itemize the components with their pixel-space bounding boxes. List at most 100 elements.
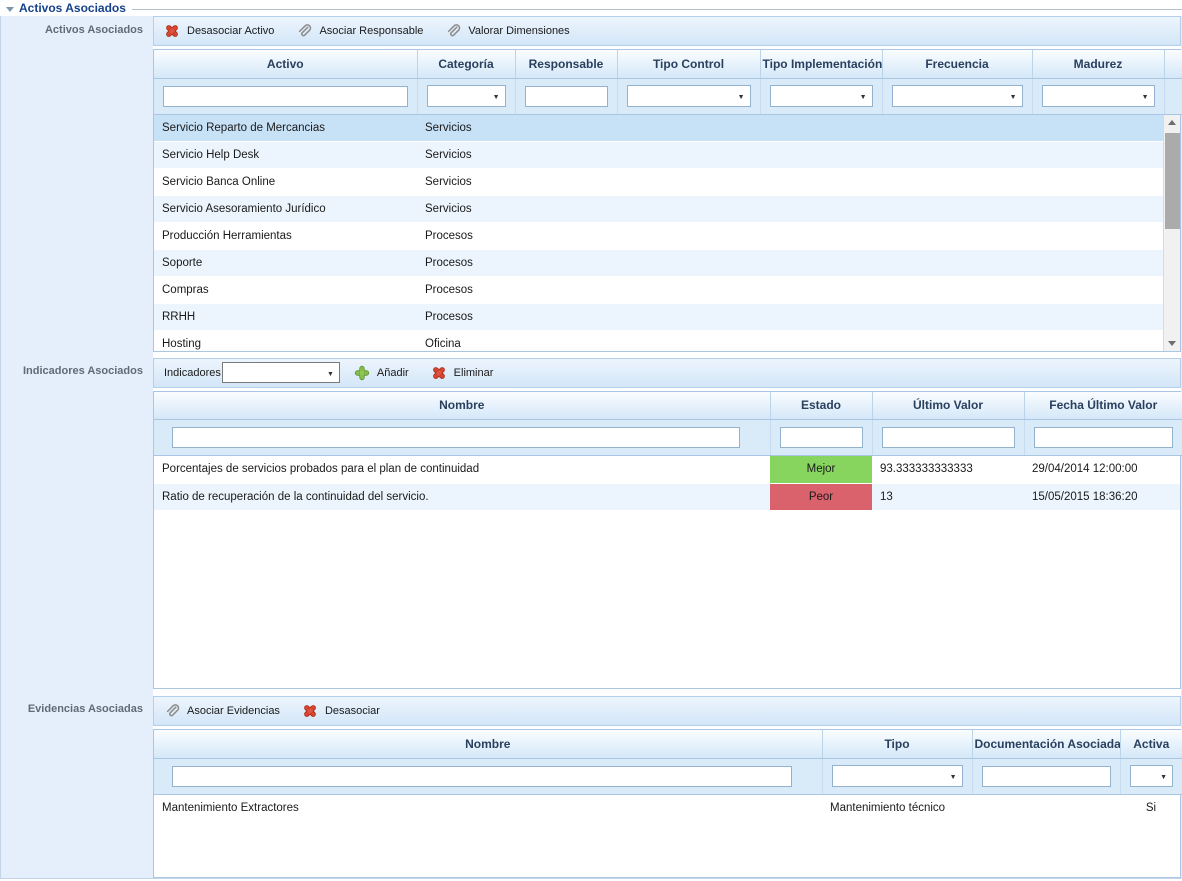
section-activos: Desasociar Activo Asociar Responsable Va… <box>153 16 1181 352</box>
asociar-responsable-button[interactable]: Asociar Responsable <box>296 23 423 39</box>
filter-select-tipo-implementacion[interactable] <box>770 85 873 107</box>
col-header-tipo-implementacion[interactable]: Tipo Implementación <box>760 50 882 78</box>
col-header-ultimo-valor[interactable]: Último Valor <box>872 392 1024 420</box>
indicadores-select[interactable] <box>222 362 340 383</box>
collapse-triangle-icon[interactable] <box>6 7 14 12</box>
activos-grid-body: Servicio Reparto de MercanciasServicios … <box>154 115 1180 351</box>
chevron-down-icon <box>950 770 957 782</box>
indicadores-toolbar: Indicadores Añadir Eliminar <box>153 358 1181 388</box>
col-header-madurez[interactable]: Madurez <box>1032 50 1164 78</box>
table-row[interactable]: Servicio Reparto de MercanciasServicios <box>154 115 1164 142</box>
legend-divider <box>132 9 1182 10</box>
col-header-frecuencia[interactable]: Frecuencia <box>882 50 1032 78</box>
chevron-down-icon <box>493 90 500 102</box>
filter-input-nombre[interactable] <box>172 427 740 448</box>
col-header-activa[interactable]: Activa <box>1120 730 1182 758</box>
labels-column: Activos Asociados Indicadores Asociados … <box>1 16 153 878</box>
evidencias-grid-body: Mantenimiento Extractores Mantenimiento … <box>154 795 1180 877</box>
col-header-categoria[interactable]: Categoría <box>417 50 515 78</box>
valorar-dimensiones-label: Valorar Dimensiones <box>468 25 569 37</box>
col-header-estado[interactable]: Estado <box>770 392 872 420</box>
desasociar-activo-button[interactable]: Desasociar Activo <box>164 23 274 39</box>
estado-badge: Mejor <box>770 456 872 483</box>
estado-badge: Peor <box>770 483 872 510</box>
chevron-down-icon <box>1010 90 1017 102</box>
chevron-down-icon <box>860 90 867 102</box>
filter-input-estado[interactable] <box>780 427 863 448</box>
asociar-evidencias-label: Asociar Evidencias <box>187 705 280 717</box>
filter-select-tipo[interactable] <box>832 765 963 787</box>
filter-select-tipo-control[interactable] <box>627 85 751 107</box>
indicador-link[interactable]: Ratio de recuperación de la continuidad … <box>154 483 770 510</box>
indicadores-select-label: Indicadores <box>164 367 221 379</box>
filter-input-responsable[interactable] <box>525 86 608 107</box>
anadir-button[interactable]: Añadir <box>354 365 409 381</box>
desasociar-label: Desasociar <box>325 705 380 717</box>
evidencias-toolbar: Asociar Evidencias Desasociar <box>153 696 1181 726</box>
evidencias-grid: Nombre Tipo Documentación Asociada Activ… <box>153 729 1181 878</box>
valorar-dimensiones-button[interactable]: Valorar Dimensiones <box>445 23 569 39</box>
remove-icon <box>164 23 180 39</box>
indicadores-grid: Nombre Estado Último Valor Fecha Último … <box>153 391 1181 690</box>
chevron-down-icon <box>1142 90 1149 102</box>
table-row[interactable]: ComprasProcesos <box>154 277 1164 304</box>
table-row[interactable]: Mantenimiento Extractores Mantenimiento … <box>154 795 1180 822</box>
table-row[interactable]: HostingOficina <box>154 331 1164 351</box>
col-header-tipo-control[interactable]: Tipo Control <box>617 50 760 78</box>
activos-toolbar: Desasociar Activo Asociar Responsable Va… <box>153 16 1181 46</box>
col-header-scroll-spacer <box>1164 50 1182 78</box>
scroll-up-icon[interactable] <box>1164 115 1180 131</box>
table-row[interactable]: Servicio Banca OnlineServicios <box>154 169 1164 196</box>
table-row[interactable]: Servicio Help DeskServicios <box>154 142 1164 169</box>
filter-select-activa[interactable] <box>1130 765 1174 787</box>
chevron-down-icon <box>327 367 334 379</box>
activos-grid: Activo Categoría Responsable Tipo Contro… <box>153 49 1181 352</box>
indicador-link[interactable]: Porcentajes de servicios probados para e… <box>154 456 770 483</box>
chevron-down-icon <box>738 90 745 102</box>
indicadores-grid-body: Porcentajes de servicios probados para e… <box>154 456 1180 688</box>
activos-asociados-panel: Activos Asociados Activos Asociados Indi… <box>0 0 1182 879</box>
col-header-documentacion-asociada[interactable]: Documentación Asociada <box>972 730 1120 758</box>
eliminar-button[interactable]: Eliminar <box>431 365 494 381</box>
label-evidencias-asociadas: Evidencias Asociadas <box>1 695 153 876</box>
asociar-evidencias-button[interactable]: Asociar Evidencias <box>164 703 280 719</box>
col-header-fecha-ultimo-valor[interactable]: Fecha Último Valor <box>1024 392 1182 420</box>
add-icon <box>354 365 370 381</box>
remove-icon <box>431 365 447 381</box>
table-row[interactable]: Producción HerramientasProcesos <box>154 223 1164 250</box>
scroll-down-icon[interactable] <box>1164 335 1180 351</box>
col-header-nombre[interactable]: Nombre <box>154 730 822 758</box>
anadir-label: Añadir <box>377 367 409 379</box>
col-header-responsable[interactable]: Responsable <box>515 50 617 78</box>
filter-input-activo[interactable] <box>163 86 408 107</box>
filter-select-categoria[interactable] <box>427 85 506 107</box>
attach-icon <box>296 23 312 39</box>
section-evidencias: Asociar Evidencias Desasociar Nombre Tip… <box>153 696 1181 878</box>
section-indicadores: Indicadores Añadir Eliminar <box>153 358 1181 690</box>
table-row[interactable]: Servicio Asesoramiento JurídicoServicios <box>154 196 1164 223</box>
asociar-responsable-label: Asociar Responsable <box>319 25 423 37</box>
table-row[interactable]: SoporteProcesos <box>154 250 1164 277</box>
filter-input-nombre[interactable] <box>172 766 792 787</box>
scrollbar[interactable] <box>1163 115 1180 351</box>
filter-select-madurez[interactable] <box>1042 85 1155 107</box>
col-header-tipo[interactable]: Tipo <box>822 730 972 758</box>
label-activos-asociados: Activos Asociados <box>1 16 153 357</box>
desasociar-activo-label: Desasociar Activo <box>187 25 274 37</box>
col-header-nombre[interactable]: Nombre <box>154 392 770 420</box>
filter-select-frecuencia[interactable] <box>892 85 1023 107</box>
remove-icon <box>302 703 318 719</box>
table-row[interactable]: RRHHProcesos <box>154 304 1164 331</box>
panel-legend: Activos Asociados <box>19 1 132 15</box>
col-header-activo[interactable]: Activo <box>154 50 417 78</box>
desasociar-button[interactable]: Desasociar <box>302 703 380 719</box>
table-row[interactable]: Ratio de recuperación de la continuidad … <box>154 483 1180 510</box>
panel-header: Activos Asociados <box>0 0 1182 16</box>
chevron-down-icon <box>1160 770 1167 782</box>
table-row[interactable]: Porcentajes de servicios probados para e… <box>154 456 1180 483</box>
eliminar-label: Eliminar <box>454 367 494 379</box>
scroll-thumb[interactable] <box>1165 133 1180 229</box>
filter-input-ultimo-valor[interactable] <box>882 427 1015 448</box>
filter-input-documentacion[interactable] <box>982 766 1111 787</box>
filter-input-fecha-ultimo-valor[interactable] <box>1034 427 1174 448</box>
